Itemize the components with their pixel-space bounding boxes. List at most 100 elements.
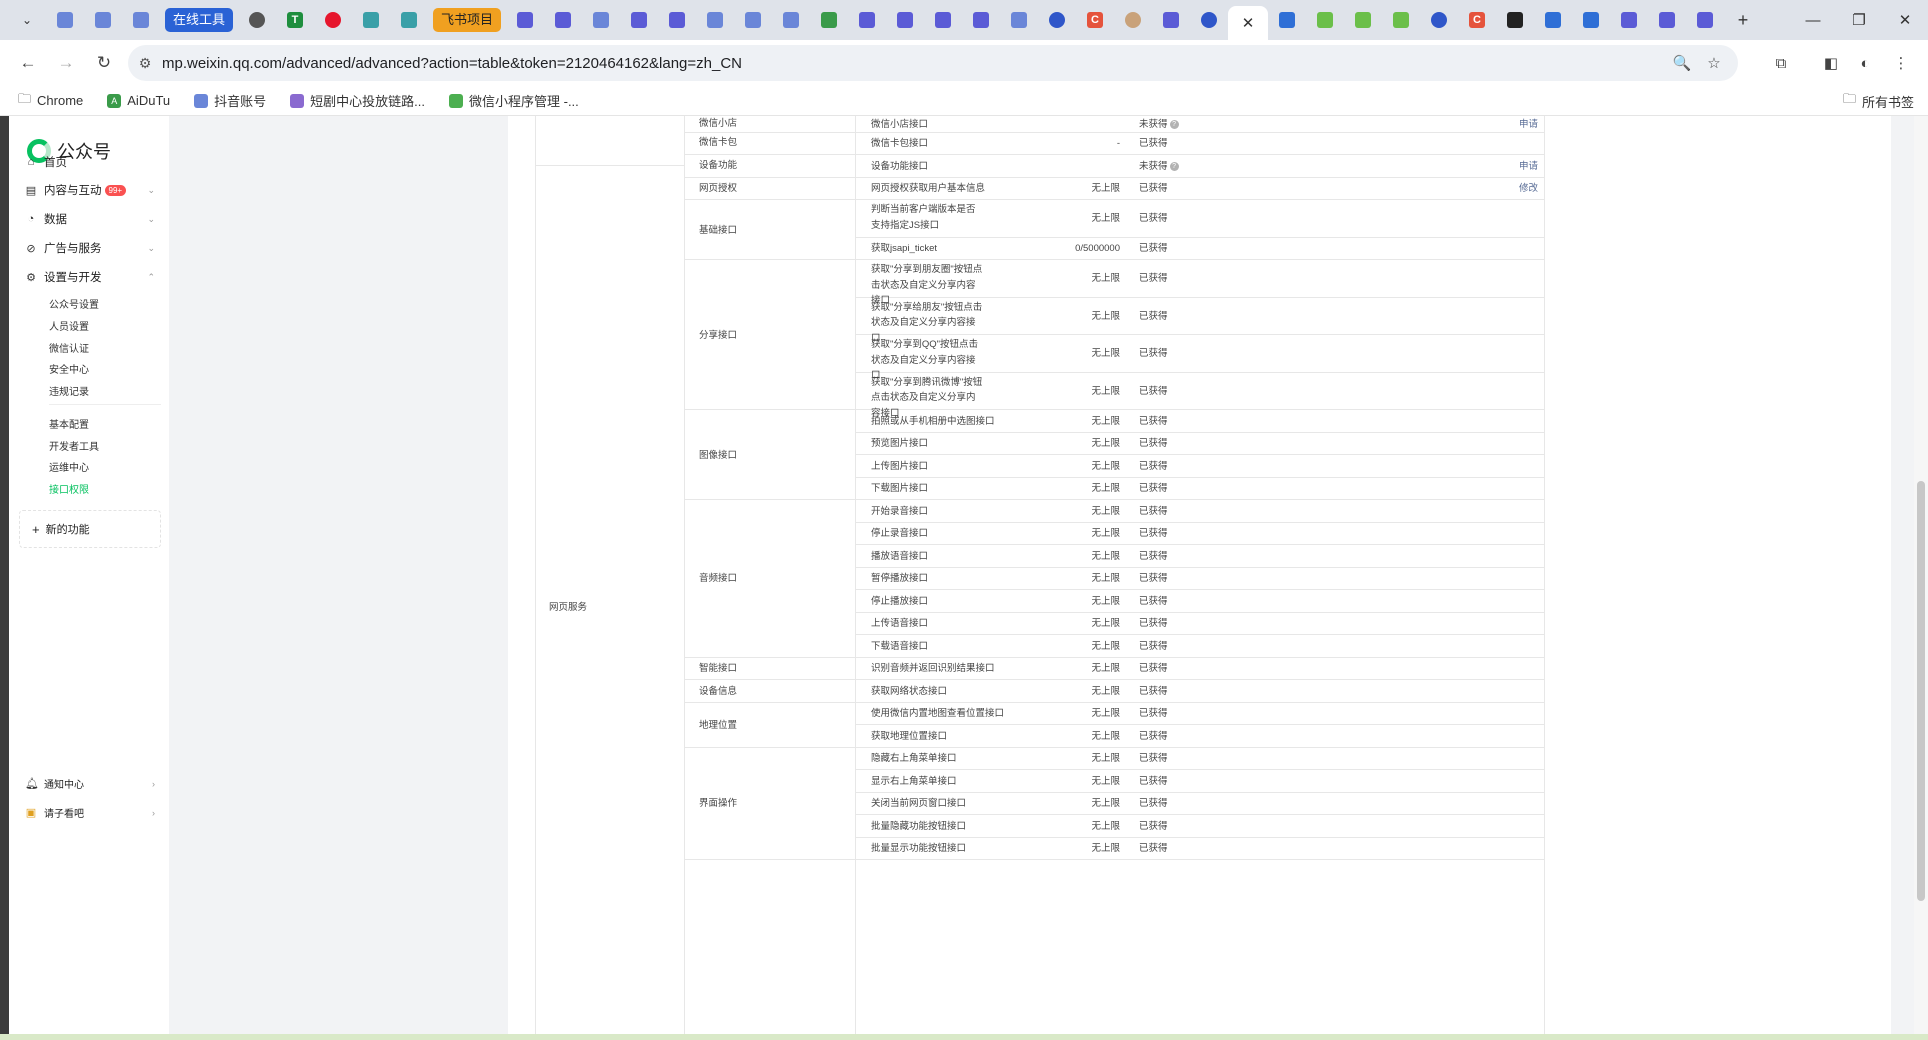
url-text[interactable]: mp.weixin.qq.com/advanced/advanced?actio… [162,55,742,72]
tab-search-dropdown[interactable]: ⌄ [8,5,46,35]
new-function-button[interactable]: + 新的功能 [19,510,161,548]
sidebar-sub-basic-config[interactable]: 基本配置 [49,416,89,431]
tab[interactable] [544,5,582,35]
tab[interactable] [238,5,276,35]
bookmark[interactable]: 短剧中心投放链路... [290,91,425,110]
help-icon[interactable]: ? [1169,119,1179,129]
modify-button[interactable]: 修改 [1496,179,1538,198]
tab[interactable] [772,5,810,35]
profile-icon[interactable]: ◐ [1848,45,1882,81]
tab[interactable] [924,5,962,35]
tab[interactable] [1534,5,1572,35]
side-panel-icon[interactable]: ◧ [1814,45,1848,81]
sidebar-item-content[interactable]: ▤ 内容与互动 99+ ⌄ [25,182,155,198]
sidebar-sub-staff-settings[interactable]: 人员设置 [49,318,89,333]
tab[interactable] [1610,5,1648,35]
sidebar-sub-account-settings[interactable]: 公众号设置 [49,296,99,311]
sidebar-sub-violations[interactable]: 违规记录 [49,383,89,398]
tab[interactable] [1382,5,1420,35]
api-status: 已获得 [1139,528,1168,540]
tab-group-feishu-project[interactable]: 飞书项目 [433,8,502,32]
tab[interactable] [1496,5,1534,35]
sidebar-sub-dev-tools[interactable]: 开发者工具 [49,438,99,453]
tab[interactable] [1344,5,1382,35]
sidebar-sub-api-permissions[interactable]: 接口权限 [49,481,89,496]
folder-icon: 🗀 [18,90,32,106]
sidebar-sub-security[interactable]: 安全中心 [49,361,89,376]
bookmark[interactable]: 微信小程序管理 -... [449,91,579,110]
tab[interactable] [1114,5,1152,35]
all-bookmarks-button[interactable]: 🗀 所有书签 [1843,86,1914,116]
tab[interactable] [848,5,886,35]
apply-button[interactable]: 申请 [1496,157,1538,176]
tab[interactable] [1000,5,1038,35]
tab[interactable] [734,5,772,35]
category-cell: 基础接口 [685,200,856,261]
close-icon[interactable]: ✕ [1242,14,1255,32]
omnibox[interactable]: ⚙ mp.weixin.qq.com/advanced/advanced?act… [128,45,1738,81]
plus-icon: + [1737,9,1749,30]
tab[interactable]: T [276,5,314,35]
tab[interactable]: C [1458,5,1496,35]
page-viewport: 公众号 ⌂ 首页 ▤ 内容与互动 99+ ⌄ ◔ 数据 ⌄ ⊘ 广告与服务 ⌄ … [0,116,1928,1040]
extensions-icon[interactable]: ⧉ [1764,45,1798,81]
reload-button[interactable]: ↻ [86,45,122,81]
tab[interactable] [1648,5,1686,35]
bookmark[interactable]: A AiDuTu [107,93,170,108]
tab[interactable] [658,5,696,35]
tab-active[interactable]: ✕ [1228,6,1269,40]
sidebar-item-watch[interactable]: ▣ 请子看吧 › [25,805,155,820]
star-icon[interactable]: ☆ [1698,45,1730,81]
tab[interactable]: C [1076,5,1114,35]
tab[interactable] [1268,5,1306,35]
bookmark[interactable]: 抖音账号 [194,91,266,110]
zoom-icon[interactable]: 🔍 [1666,45,1698,81]
tab[interactable] [810,5,848,35]
api-status: 已获得 [1139,663,1168,675]
window-maximize-button[interactable]: ❐ [1836,0,1882,40]
sidebar-sub-ops-center[interactable]: 运维中心 [49,459,89,474]
tab[interactable] [620,5,658,35]
tab[interactable] [696,5,734,35]
tab[interactable] [1038,5,1076,35]
tab[interactable] [962,5,1000,35]
table-row: 获取"分享到朋友圈"按钮点击状态及自定义分享内容接口 无上限 已获得 [856,260,1545,306]
tab[interactable] [84,5,122,35]
tab[interactable] [390,5,428,35]
tab[interactable] [1686,5,1724,35]
sidebar-item-ads[interactable]: ⊘ 广告与服务 ⌄ [25,240,155,256]
tab[interactable] [1420,5,1458,35]
tab[interactable] [46,5,84,35]
site-info-icon[interactable]: ⚙ [128,55,162,72]
tab[interactable] [1306,5,1344,35]
table-row: 批量隐藏功能按钮接口 无上限 已获得 [856,815,1545,838]
scrollbar-thumb[interactable] [1917,481,1925,901]
back-button[interactable]: ← [10,45,46,81]
tab[interactable] [886,5,924,35]
page-scrollbar[interactable] [1914,116,1928,1040]
window-minimize-button[interactable]: — [1790,0,1836,40]
new-tab-button[interactable]: + [1724,5,1762,35]
kebab-menu-icon[interactable]: ⋮ [1884,45,1918,81]
tab[interactable] [582,5,620,35]
sidebar-sub-wechat-verify[interactable]: 微信认证 [49,340,89,355]
window-close-button[interactable]: ✕ [1882,0,1928,40]
tab[interactable] [1152,5,1190,35]
sidebar-item-home[interactable]: ⌂ 首页 [25,154,155,170]
tab[interactable] [506,5,544,35]
tab[interactable] [1190,5,1228,35]
tab[interactable] [1572,5,1610,35]
forward-button[interactable]: → [48,45,84,81]
category-cell: 分享接口 [685,260,856,411]
apply-button[interactable]: 申请 [1496,116,1538,134]
sidebar-item-notifications[interactable]: 🔔︎ 通知中心 › [25,776,155,791]
tab[interactable] [314,5,352,35]
list-icon [935,12,952,28]
sidebar-item-data[interactable]: ◔ 数据 ⌄ [25,211,155,227]
bookmark-folder[interactable]: 🗀 Chrome [18,90,83,112]
tab-group-online-tools[interactable]: 在线工具 [165,8,234,32]
help-icon[interactable]: ? [1169,161,1179,171]
tab[interactable] [122,5,160,35]
sidebar-item-settings[interactable]: ⚙ 设置与开发 ⌃ [25,269,155,285]
tab[interactable] [352,5,390,35]
